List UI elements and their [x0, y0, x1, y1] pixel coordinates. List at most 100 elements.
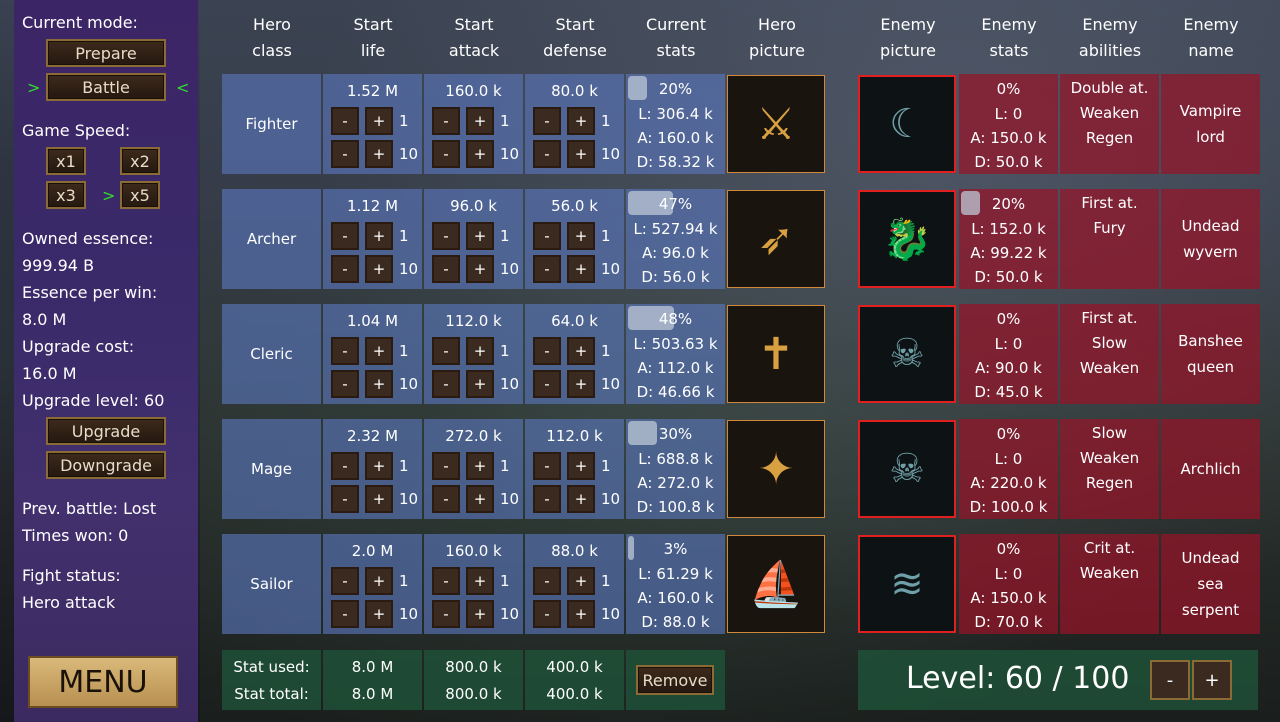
enemy-ability: First at. — [1081, 194, 1138, 212]
enemy-abilities-cell: Crit at. Weaken — [1060, 534, 1159, 634]
start-defense-minus-10-button[interactable]: - — [533, 255, 561, 283]
start-attack-minus-1-button[interactable]: - — [432, 222, 460, 250]
start-attack-plus-1-button[interactable]: + — [466, 567, 494, 595]
start-attack-plus-10-button[interactable]: + — [466, 485, 494, 513]
start-attack-minus-10-button[interactable]: - — [432, 370, 460, 398]
start-attack-plus-10-button[interactable]: + — [466, 600, 494, 628]
start-life-minus-1-button[interactable]: - — [331, 337, 359, 365]
start-life-minus-1-button[interactable]: - — [331, 452, 359, 480]
undead-wyvern-portrait-icon: 🐉 — [858, 190, 956, 288]
level-minus-button[interactable]: - — [1150, 660, 1190, 700]
start-attack-plus-1-button[interactable]: + — [466, 452, 494, 480]
header-enemy-picture: Enemy picture — [880, 15, 936, 60]
start-attack-value: 272.0 k — [445, 427, 502, 445]
start-defense-plus-1-button[interactable]: + — [567, 567, 595, 595]
start-attack-plus-1-button[interactable]: + — [466, 107, 494, 135]
menu-button[interactable]: MENU — [28, 656, 178, 708]
start-life-plus-10-button[interactable]: + — [365, 370, 393, 398]
upgrade-button[interactable]: Upgrade — [46, 417, 166, 445]
attack-total-value: 800.0 k — [445, 685, 502, 703]
start-life-plus-10-button[interactable]: + — [365, 485, 393, 513]
hero-figure-icon: ⛵ — [748, 559, 804, 610]
start-life-plus-1-button[interactable]: + — [365, 107, 393, 135]
start-defense-minus-1-button[interactable]: - — [533, 452, 561, 480]
start-defense-minus-1-button[interactable]: - — [533, 567, 561, 595]
start-life-minus-1-button[interactable]: - — [331, 567, 359, 595]
start-life-plus-1-button[interactable]: + — [365, 222, 393, 250]
enemy-life-value: L: 152.0 k — [971, 220, 1046, 238]
start-life-minus-10-button[interactable]: - — [331, 140, 359, 168]
start-defense-minus-1-button[interactable]: - — [533, 337, 561, 365]
attack-used-value: 800.0 k — [445, 658, 502, 676]
start-life-step-10-label: 10 — [399, 490, 419, 508]
downgrade-button[interactable]: Downgrade — [46, 451, 166, 479]
start-life-minus-1-button[interactable]: - — [331, 222, 359, 250]
game-speed-label: Game Speed: — [22, 121, 131, 140]
start-life-minus-10-button[interactable]: - — [331, 485, 359, 513]
start-attack-plus-1-button[interactable]: + — [466, 337, 494, 365]
start-attack-step-10-label: 10 — [500, 145, 520, 163]
start-life-minus-1-button[interactable]: - — [331, 107, 359, 135]
speed-x3-button[interactable]: x3 — [46, 181, 86, 209]
start-defense-plus-1-button[interactable]: + — [567, 452, 595, 480]
start-defense-minus-10-button[interactable]: - — [533, 140, 561, 168]
defense-used-value: 400.0 k — [546, 658, 603, 676]
start-defense-plus-1-button[interactable]: + — [567, 222, 595, 250]
start-defense-minus-1-button[interactable]: - — [533, 222, 561, 250]
battle-button[interactable]: Battle — [46, 73, 166, 101]
remove-button[interactable]: Remove — [636, 665, 714, 695]
start-attack-minus-1-button[interactable]: - — [432, 337, 460, 365]
current-defense-value: D: 88.0 k — [641, 613, 710, 631]
enemy-name-cell: Vampire lord — [1161, 74, 1260, 174]
start-defense-step-1-label: 1 — [601, 342, 611, 360]
speed-x1-button[interactable]: x1 — [46, 147, 86, 175]
hero-class-label: Archer — [246, 230, 297, 248]
start-attack-minus-1-button[interactable]: - — [432, 107, 460, 135]
prev-battle-text: Prev. battle: Lost — [22, 499, 157, 518]
start-attack-minus-10-button[interactable]: - — [432, 140, 460, 168]
start-attack-plus-10-button[interactable]: + — [466, 140, 494, 168]
current-defense-value: D: 58.32 k — [636, 153, 715, 171]
stat-total-label: Stat total: — [234, 685, 309, 703]
header-current-stats: Current stats — [645, 15, 707, 60]
start-defense-plus-10-button[interactable]: + — [567, 255, 595, 283]
start-life-plus-10-button[interactable]: + — [365, 140, 393, 168]
level-plus-button[interactable]: + — [1192, 660, 1232, 700]
start-defense-plus-10-button[interactable]: + — [567, 485, 595, 513]
prepare-button[interactable]: Prepare — [46, 39, 166, 67]
start-life-minus-10-button[interactable]: - — [331, 255, 359, 283]
defense-total-value: 400.0 k — [546, 685, 603, 703]
start-defense-plus-1-button[interactable]: + — [567, 107, 595, 135]
level-panel: Level: 60 / 100 - + — [858, 650, 1258, 710]
start-defense-minus-10-button[interactable]: - — [533, 600, 561, 628]
start-defense-minus-10-button[interactable]: - — [533, 370, 561, 398]
start-attack-plus-10-button[interactable]: + — [466, 255, 494, 283]
speed-x5-button[interactable]: x5 — [120, 181, 160, 209]
start-attack-minus-10-button[interactable]: - — [432, 485, 460, 513]
start-attack-minus-1-button[interactable]: - — [432, 452, 460, 480]
enemy-ability: Double at. — [1070, 79, 1149, 97]
start-attack-minus-10-button[interactable]: - — [432, 255, 460, 283]
start-defense-minus-10-button[interactable]: - — [533, 485, 561, 513]
start-defense-plus-10-button[interactable]: + — [567, 600, 595, 628]
start-life-plus-1-button[interactable]: + — [365, 567, 393, 595]
current-defense-value: D: 56.0 k — [641, 268, 710, 286]
start-life-minus-10-button[interactable]: - — [331, 600, 359, 628]
start-defense-minus-1-button[interactable]: - — [533, 107, 561, 135]
start-life-plus-10-button[interactable]: + — [365, 600, 393, 628]
hero-class-label: Fighter — [245, 115, 298, 133]
start-life-plus-1-button[interactable]: + — [365, 337, 393, 365]
start-defense-plus-10-button[interactable]: + — [567, 370, 595, 398]
speed-x2-button[interactable]: x2 — [120, 147, 160, 175]
start-attack-value: 160.0 k — [445, 542, 502, 560]
start-attack-minus-1-button[interactable]: - — [432, 567, 460, 595]
start-life-plus-10-button[interactable]: + — [365, 255, 393, 283]
start-defense-plus-1-button[interactable]: + — [567, 337, 595, 365]
current-stats-cell: 20% L: 306.4 k A: 160.0 k D: 58.32 k — [626, 74, 725, 174]
start-attack-plus-10-button[interactable]: + — [466, 370, 494, 398]
start-defense-plus-10-button[interactable]: + — [567, 140, 595, 168]
start-life-plus-1-button[interactable]: + — [365, 452, 393, 480]
start-life-minus-10-button[interactable]: - — [331, 370, 359, 398]
start-attack-plus-1-button[interactable]: + — [466, 222, 494, 250]
start-attack-minus-10-button[interactable]: - — [432, 600, 460, 628]
